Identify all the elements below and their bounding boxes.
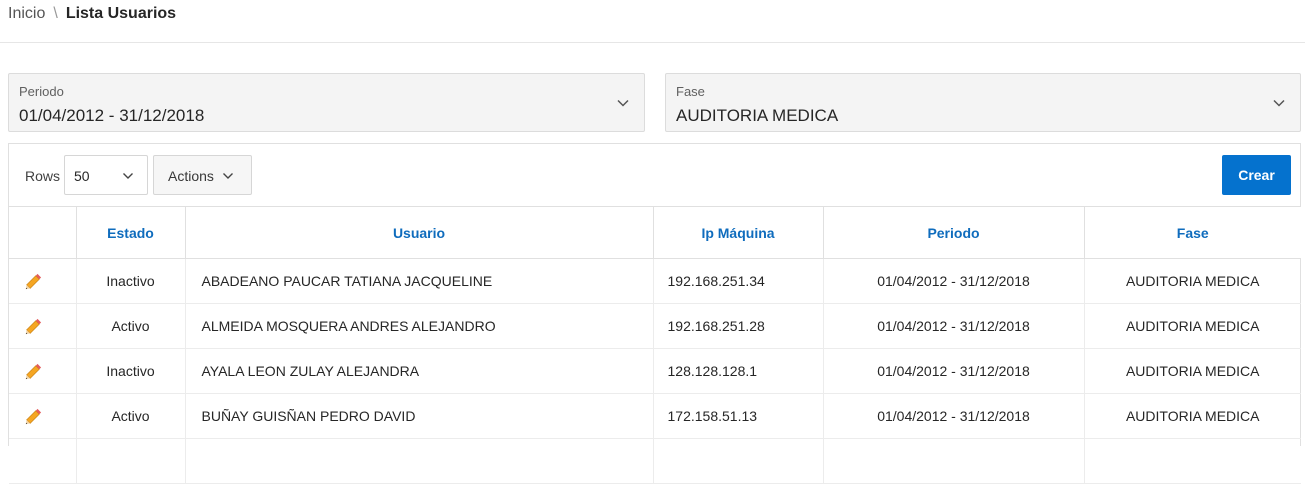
edit-cell xyxy=(9,393,77,439)
fase-cell: AUDITORIA MEDICA xyxy=(1084,258,1301,304)
table-row: Activo BUÑAY GUISÑAN PEDRO DAVID 172.158… xyxy=(9,393,1301,439)
report-region: Rows 50 Actions Crear Estado Usuario Ip … xyxy=(8,143,1301,484)
ip-cell xyxy=(653,438,824,484)
estado-cell: Inactivo xyxy=(76,348,186,394)
header-divider xyxy=(0,42,1305,43)
create-button[interactable]: Crear xyxy=(1222,155,1291,195)
actions-label: Actions xyxy=(168,168,214,184)
estado-cell xyxy=(76,438,186,484)
estado-cell: Activo xyxy=(76,303,186,349)
periodo-value: 01/04/2012 - 31/12/2018 xyxy=(19,106,205,125)
ip-cell: 172.158.51.13 xyxy=(653,393,824,439)
actions-menu-button[interactable]: Actions xyxy=(153,155,252,195)
usuario-cell: AYALA LEON ZULAY ALEJANDRA xyxy=(185,348,654,394)
estado-cell: Inactivo xyxy=(76,258,186,304)
usuario-cell: BUÑAY GUISÑAN PEDRO DAVID xyxy=(185,393,654,439)
estado-cell: Activo xyxy=(76,393,186,439)
table-row: Inactivo ABADEANO PAUCAR TATIANA JACQUEL… xyxy=(9,258,1301,304)
periodo-cell: 01/04/2012 - 31/12/2018 xyxy=(823,258,1085,304)
ip-cell: 128.128.128.1 xyxy=(653,348,824,394)
pencil-icon[interactable] xyxy=(23,405,45,427)
chevron-down-icon xyxy=(617,99,629,107)
periodo-cell: 01/04/2012 - 31/12/2018 xyxy=(823,303,1085,349)
report-toolbar: Rows 50 Actions Crear xyxy=(9,144,1300,206)
fase-label: Fase xyxy=(676,84,705,99)
table-row: Inactivo AYALA LEON ZULAY ALEJANDRA 128.… xyxy=(9,348,1301,394)
breadcrumb-separator: \ xyxy=(53,5,58,22)
edit-cell xyxy=(9,303,77,349)
fase-cell: AUDITORIA MEDICA xyxy=(1084,303,1301,349)
column-header-periodo[interactable]: Periodo xyxy=(823,206,1085,259)
rows-per-page-select[interactable]: 50 xyxy=(64,155,148,195)
column-header-usuario[interactable]: Usuario xyxy=(185,206,654,259)
breadcrumb: Inicio \ Lista Usuarios xyxy=(8,4,176,24)
edit-cell xyxy=(9,438,77,484)
pencil-icon[interactable] xyxy=(23,270,45,292)
periodo-cell xyxy=(823,438,1085,484)
edit-cell xyxy=(9,348,77,394)
usuario-cell: ALMEIDA MOSQUERA ANDRES ALEJANDRO xyxy=(185,303,654,349)
periodo-cell: 01/04/2012 - 31/12/2018 xyxy=(823,393,1085,439)
page-title: Lista Usuarios xyxy=(65,5,177,22)
fase-cell: AUDITORIA MEDICA xyxy=(1084,348,1301,394)
column-header-fase[interactable]: Fase xyxy=(1084,206,1301,259)
ip-cell: 192.168.251.34 xyxy=(653,258,824,304)
column-header-ip[interactable]: Ip Máquina xyxy=(653,206,824,259)
fase-cell xyxy=(1084,438,1301,484)
fase-cell: AUDITORIA MEDICA xyxy=(1084,393,1301,439)
usuario-cell xyxy=(185,438,654,484)
breadcrumb-home[interactable]: Inicio xyxy=(8,5,45,23)
ip-cell: 192.168.251.28 xyxy=(653,303,824,349)
table-header-row: Estado Usuario Ip Máquina Periodo Fase xyxy=(9,206,1301,259)
periodo-select[interactable]: Periodo 01/04/2012 - 31/12/2018 xyxy=(8,73,645,132)
fase-value: AUDITORIA MEDICA xyxy=(676,106,839,125)
periodo-cell: 01/04/2012 - 31/12/2018 xyxy=(823,348,1085,394)
fase-select[interactable]: Fase AUDITORIA MEDICA xyxy=(665,73,1301,132)
column-header-edit xyxy=(9,206,77,259)
pencil-icon[interactable] xyxy=(23,315,45,337)
users-table: Estado Usuario Ip Máquina Periodo Fase I… xyxy=(9,206,1301,484)
edit-cell xyxy=(9,258,77,304)
chevron-down-icon xyxy=(223,173,233,179)
chevron-down-icon xyxy=(123,173,133,179)
table-row xyxy=(9,438,1301,484)
table-row: Activo ALMEIDA MOSQUERA ANDRES ALEJANDRO… xyxy=(9,303,1301,349)
periodo-label: Periodo xyxy=(19,84,64,99)
column-header-estado[interactable]: Estado xyxy=(76,206,186,259)
chevron-down-icon xyxy=(1273,99,1285,107)
pencil-icon[interactable] xyxy=(23,360,45,382)
rows-label: Rows xyxy=(25,168,61,184)
rows-value: 50 xyxy=(74,168,90,184)
usuario-cell: ABADEANO PAUCAR TATIANA JACQUELINE xyxy=(185,258,654,304)
